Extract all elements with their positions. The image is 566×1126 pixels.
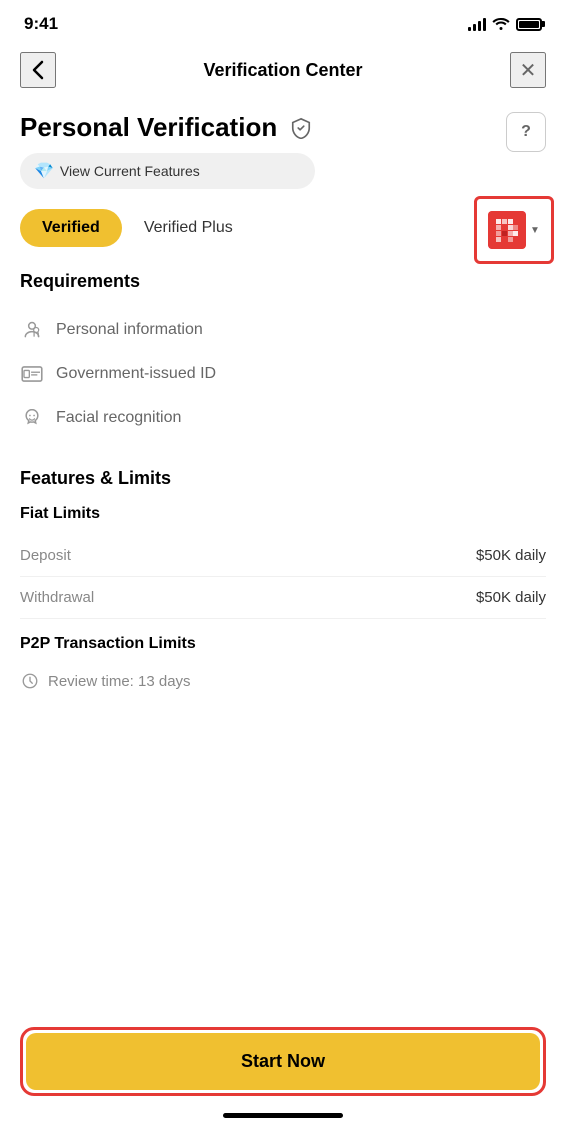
req-item-facial: Facial recognition bbox=[20, 396, 546, 440]
dropdown-arrow-icon: ▼ bbox=[530, 225, 540, 236]
deposit-row: Deposit $50K daily bbox=[20, 535, 546, 577]
diamond-icon: 💎 bbox=[34, 161, 54, 181]
close-button[interactable]: ✕ bbox=[510, 52, 546, 88]
page-title: Personal Verification bbox=[20, 112, 277, 143]
tab-verified-plus[interactable]: Verified Plus bbox=[122, 209, 255, 247]
req-label-id: Government-issued ID bbox=[56, 365, 216, 383]
view-current-features-button[interactable]: 💎 View Current Features bbox=[20, 153, 315, 189]
back-button[interactable] bbox=[20, 52, 56, 88]
withdrawal-row: Withdrawal $50K daily bbox=[20, 577, 546, 619]
nav-title: Verification Center bbox=[203, 60, 362, 81]
home-indicator bbox=[223, 1113, 343, 1118]
avatar-inner: ▼ bbox=[482, 207, 546, 253]
avatar-highlight-box[interactable]: ▼ bbox=[474, 196, 554, 264]
requirements-title: Requirements bbox=[20, 271, 546, 292]
battery-icon bbox=[516, 18, 542, 31]
fiat-limits-title: Fiat Limits bbox=[20, 505, 546, 523]
face-icon bbox=[20, 406, 44, 430]
req-item-personal: Personal information bbox=[20, 308, 546, 352]
review-time-row: Review time: 13 days bbox=[20, 661, 546, 701]
deposit-label: Deposit bbox=[20, 547, 71, 564]
withdrawal-label: Withdrawal bbox=[20, 589, 94, 606]
status-time: 9:41 bbox=[24, 14, 58, 34]
page-title-row: Personal Verification bbox=[20, 112, 315, 143]
status-icons bbox=[468, 16, 542, 33]
requirements-section: Requirements Personal information bbox=[20, 271, 546, 440]
nav-bar: Verification Center ✕ bbox=[0, 44, 566, 96]
features-btn-label: View Current Features bbox=[60, 163, 200, 179]
signal-icon bbox=[468, 17, 486, 31]
header-left: Personal Verification 💎 View Current Fea… bbox=[20, 112, 315, 189]
id-card-icon bbox=[20, 362, 44, 386]
clock-icon bbox=[20, 671, 40, 691]
deposit-value: $50K daily bbox=[476, 547, 546, 564]
review-time-label: Review time: 13 days bbox=[48, 673, 191, 690]
bottom-bar: Start Now bbox=[0, 1015, 566, 1126]
p2p-section: P2P Transaction Limits Review time: 13 d… bbox=[20, 635, 546, 701]
main-content: Personal Verification 💎 View Current Fea… bbox=[0, 96, 566, 701]
req-label-facial: Facial recognition bbox=[56, 409, 181, 427]
wifi-icon bbox=[492, 16, 510, 33]
features-limits-title: Features & Limits bbox=[20, 468, 546, 489]
shield-icon bbox=[287, 114, 315, 142]
req-item-id: Government-issued ID bbox=[20, 352, 546, 396]
start-now-button[interactable]: Start Now bbox=[26, 1033, 540, 1090]
req-label-personal: Personal information bbox=[56, 321, 203, 339]
avatar-image bbox=[488, 211, 526, 249]
withdrawal-value: $50K daily bbox=[476, 589, 546, 606]
p2p-title: P2P Transaction Limits bbox=[20, 635, 546, 653]
help-button[interactable]: ? bbox=[506, 112, 546, 152]
start-now-highlight: Start Now bbox=[20, 1027, 546, 1096]
tab-verified[interactable]: Verified bbox=[20, 209, 122, 247]
features-limits-section: Features & Limits Fiat Limits Deposit $5… bbox=[20, 468, 546, 619]
person-icon bbox=[20, 318, 44, 342]
tabs-section: Verified Verified Plus bbox=[20, 209, 546, 247]
header-section: Personal Verification 💎 View Current Fea… bbox=[20, 112, 546, 189]
status-bar: 9:41 bbox=[0, 0, 566, 44]
